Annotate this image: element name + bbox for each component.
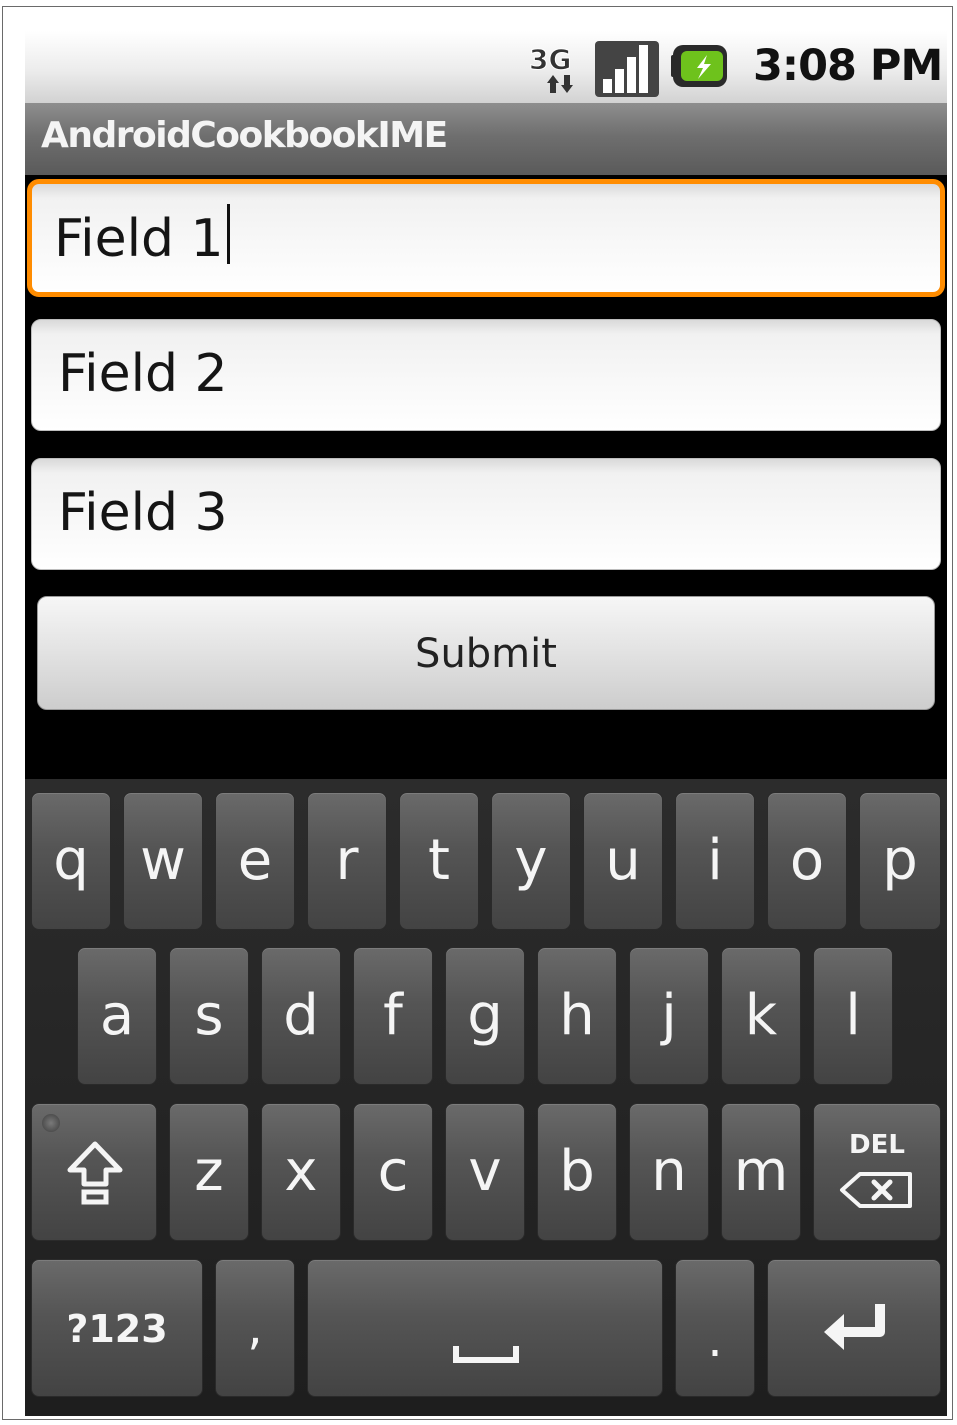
text-field-3[interactable]: Field 3 <box>31 458 941 570</box>
space-bar[interactable] <box>307 1259 663 1397</box>
delete-key-label: DEL <box>849 1130 905 1160</box>
enter-return-icon <box>824 1304 885 1350</box>
field-1-value: Field 1 <box>54 209 224 269</box>
key-l[interactable]: l <box>813 947 893 1085</box>
caps-lock-indicator <box>42 1114 60 1132</box>
key-p[interactable]: p <box>859 792 941 930</box>
key-i[interactable]: i <box>675 792 755 930</box>
3g-data-icon: 3G <box>529 43 573 93</box>
submit-button[interactable]: Submit <box>37 596 935 710</box>
battery-charging-icon <box>671 45 727 87</box>
shift-key[interactable] <box>31 1103 157 1241</box>
app-title-bar: AndroidCookbookIME <box>25 103 947 175</box>
key-y[interactable]: y <box>491 792 571 930</box>
key-q[interactable]: q <box>31 792 111 930</box>
key-o[interactable]: o <box>767 792 847 930</box>
key-m[interactable]: m <box>721 1103 801 1241</box>
status-bar: 3G 3:08 PM <box>25 31 947 103</box>
key-u[interactable]: u <box>583 792 663 930</box>
field-3-value: Field 3 <box>58 483 228 543</box>
key-k[interactable]: k <box>721 947 801 1085</box>
key-h[interactable]: h <box>537 947 617 1085</box>
key-g[interactable]: g <box>445 947 525 1085</box>
text-field-2[interactable]: Field 2 <box>31 319 941 431</box>
status-time: 3:08 PM <box>753 41 943 91</box>
key-f[interactable]: f <box>353 947 433 1085</box>
soft-keyboard: q w e r t y u i o p a s d f g h j k l z … <box>25 779 947 1416</box>
android-screen: 3G 3:08 PM AndroidCookbookIME Field 1 Fi… <box>25 31 947 1416</box>
field-2-value: Field 2 <box>58 344 228 404</box>
key-c[interactable]: c <box>353 1103 433 1241</box>
key-t[interactable]: t <box>399 792 479 930</box>
backspace-icon <box>840 1172 912 1208</box>
symbols-key[interactable]: ?123 <box>31 1259 203 1397</box>
svg-text:3G: 3G <box>529 43 571 76</box>
app-title: AndroidCookbookIME <box>41 115 448 156</box>
enter-key[interactable] <box>767 1259 941 1397</box>
key-comma[interactable]: , <box>215 1259 295 1397</box>
text-cursor <box>226 204 230 264</box>
device-frame: 3G 3:08 PM AndroidCookbookIME Field 1 Fi… <box>2 6 953 1420</box>
key-x[interactable]: x <box>261 1103 341 1241</box>
text-field-1[interactable]: Field 1 <box>27 179 945 297</box>
signal-strength-icon <box>595 41 659 97</box>
delete-key[interactable]: DEL <box>813 1103 941 1241</box>
key-v[interactable]: v <box>445 1103 525 1241</box>
key-r[interactable]: r <box>307 792 387 930</box>
space-bar-icon <box>453 1346 519 1363</box>
shift-arrow-icon <box>67 1141 123 1205</box>
key-n[interactable]: n <box>629 1103 709 1241</box>
key-period[interactable]: . <box>675 1259 755 1397</box>
key-j[interactable]: j <box>629 947 709 1085</box>
key-w[interactable]: w <box>123 792 203 930</box>
key-a[interactable]: a <box>77 947 157 1085</box>
key-e[interactable]: e <box>215 792 295 930</box>
submit-button-label: Submit <box>415 631 557 677</box>
key-z[interactable]: z <box>169 1103 249 1241</box>
key-d[interactable]: d <box>261 947 341 1085</box>
key-b[interactable]: b <box>537 1103 617 1241</box>
key-s[interactable]: s <box>169 947 249 1085</box>
